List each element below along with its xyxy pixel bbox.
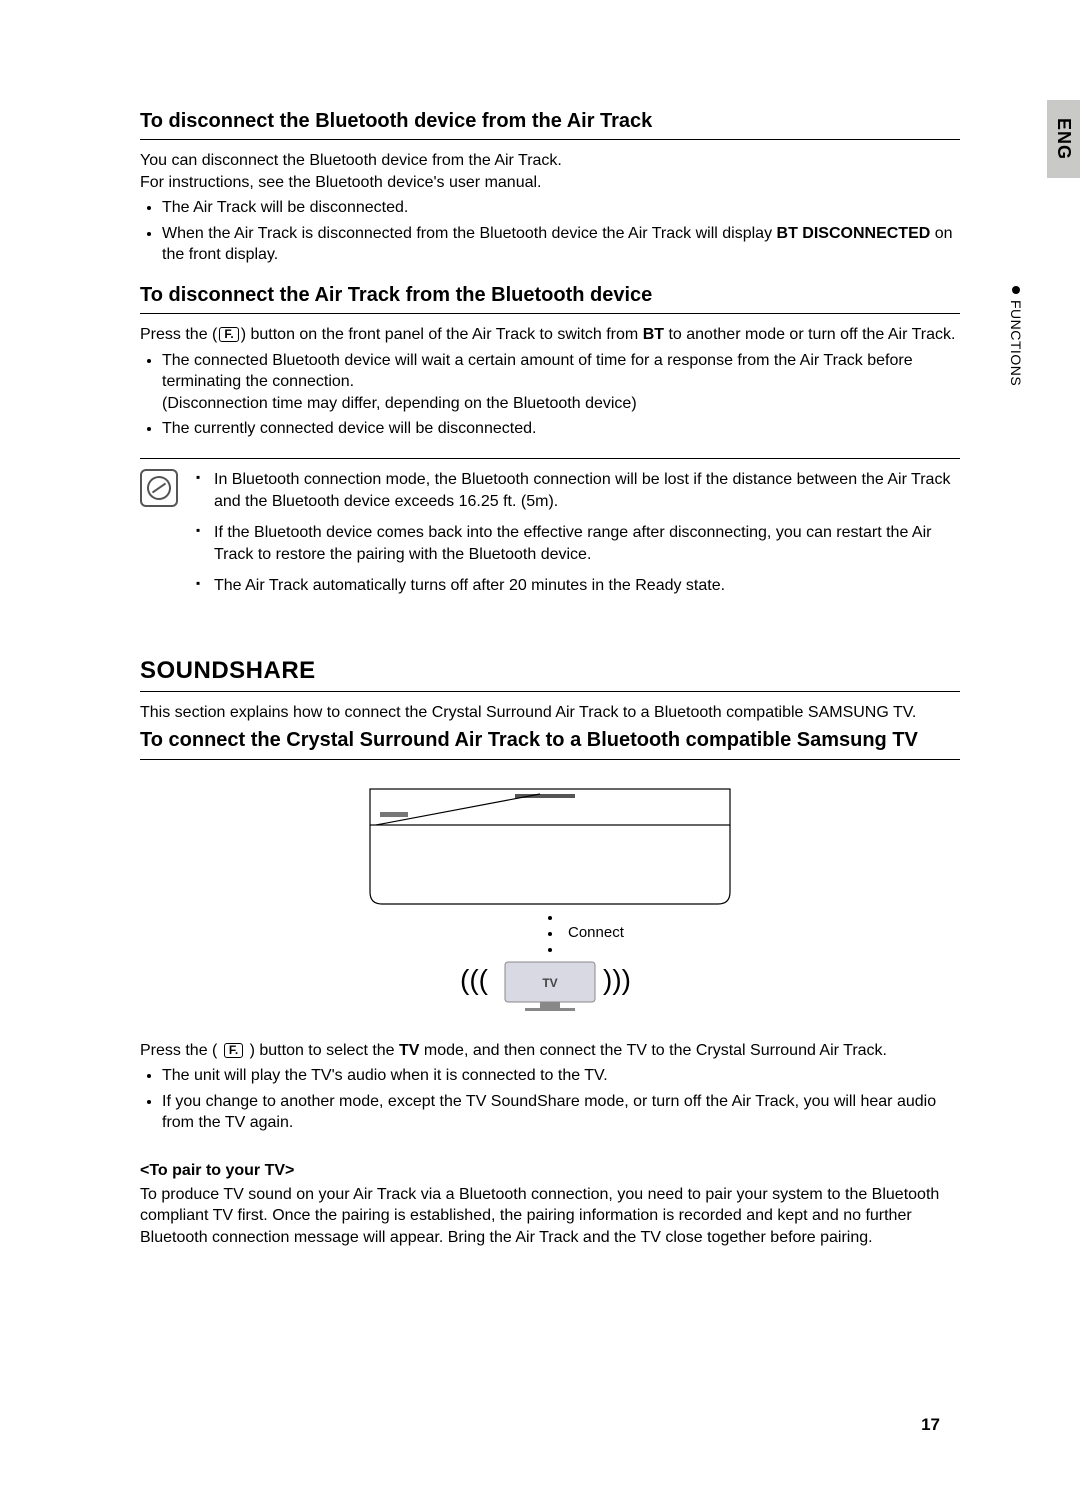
s2-b1-sub: (Disconnection time may differ, dependin…: [162, 393, 960, 415]
diagram-tv-label: TV: [542, 976, 557, 990]
note-list: In Bluetooth connection mode, the Blueto…: [196, 469, 960, 607]
page-number: 17: [921, 1415, 940, 1435]
section-side-label: FUNCTIONS: [1008, 286, 1024, 386]
s1-b2b: BT DISCONNECTED: [777, 225, 931, 242]
bullet-icon: [1012, 286, 1020, 294]
function-button-icon: F.: [224, 1043, 243, 1058]
s2-p1a: Press the (: [140, 326, 217, 343]
pair-paragraph: To produce TV sound on your Air Track vi…: [140, 1184, 960, 1249]
note-2: If the Bluetooth device comes back into …: [196, 522, 960, 565]
note-icon: [140, 469, 178, 507]
svg-text:))): ))): [603, 964, 631, 995]
s1-bullets: The Air Track will be disconnected. When…: [140, 197, 960, 266]
heading-disconnect-airtrack: To disconnect the Air Track from the Blu…: [140, 284, 960, 314]
language-tab: ENG: [1047, 100, 1080, 178]
s2-b2: The currently connected device will be d…: [162, 418, 960, 440]
svg-text:(((: (((: [460, 964, 489, 995]
ss-pb: ) button to select the: [245, 1042, 399, 1059]
heading-disconnect-device: To disconnect the Bluetooth device from …: [140, 110, 960, 140]
note-1: In Bluetooth connection mode, the Blueto…: [196, 469, 960, 512]
manual-page: ENG FUNCTIONS To disconnect the Bluetoot…: [0, 0, 1080, 1495]
s1-intro: You can disconnect the Bluetooth device …: [140, 150, 960, 193]
s1-p2: For instructions, see the Bluetooth devi…: [140, 174, 541, 191]
s2-p1d: to another mode or turn off the Air Trac…: [664, 326, 955, 343]
note-3: The Air Track automatically turns off af…: [196, 575, 960, 597]
diagram-connect-label: Connect: [568, 924, 625, 941]
soundshare-intro: This section explains how to connect the…: [140, 702, 960, 724]
pair-heading: <To pair to your TV>: [140, 1162, 960, 1180]
s2-intro: Press the (F.) button on the front panel…: [140, 324, 960, 346]
heading-soundshare: SOUNDSHARE: [140, 657, 960, 692]
ss-b2: If you change to another mode, except th…: [162, 1091, 960, 1134]
s1-b2: When the Air Track is disconnected from …: [162, 223, 960, 266]
s1-p1: You can disconnect the Bluetooth device …: [140, 152, 562, 169]
note-box: In Bluetooth connection mode, the Blueto…: [140, 458, 960, 607]
ss-pa: Press the (: [140, 1042, 222, 1059]
s1-b2a: When the Air Track is disconnected from …: [162, 225, 777, 242]
soundshare-bullets: The unit will play the TV's audio when i…: [140, 1065, 960, 1134]
function-button-icon: F.: [219, 327, 238, 342]
s2-p1c: BT: [643, 326, 664, 343]
s2-b1-li: The connected Bluetooth device will wait…: [162, 350, 960, 415]
ss-b1: The unit will play the TV's audio when i…: [162, 1065, 960, 1087]
s2-p1b: ) button on the front panel of the Air T…: [241, 326, 643, 343]
heading-connect-tv: To connect the Crystal Surround Air Trac…: [140, 728, 960, 760]
s2-bullets: The connected Bluetooth device will wait…: [140, 350, 960, 440]
ss-pd: mode, and then connect the TV to the Cry…: [419, 1042, 887, 1059]
soundshare-press: Press the ( F. ) button to select the TV…: [140, 1040, 960, 1062]
ss-pc: TV: [399, 1042, 419, 1059]
s2-b1: The connected Bluetooth device will wait…: [162, 352, 913, 391]
side-label-text: FUNCTIONS: [1008, 300, 1024, 386]
s1-b1: The Air Track will be disconnected.: [162, 197, 960, 219]
connection-diagram: Connect ((( ))) TV: [140, 784, 960, 1024]
